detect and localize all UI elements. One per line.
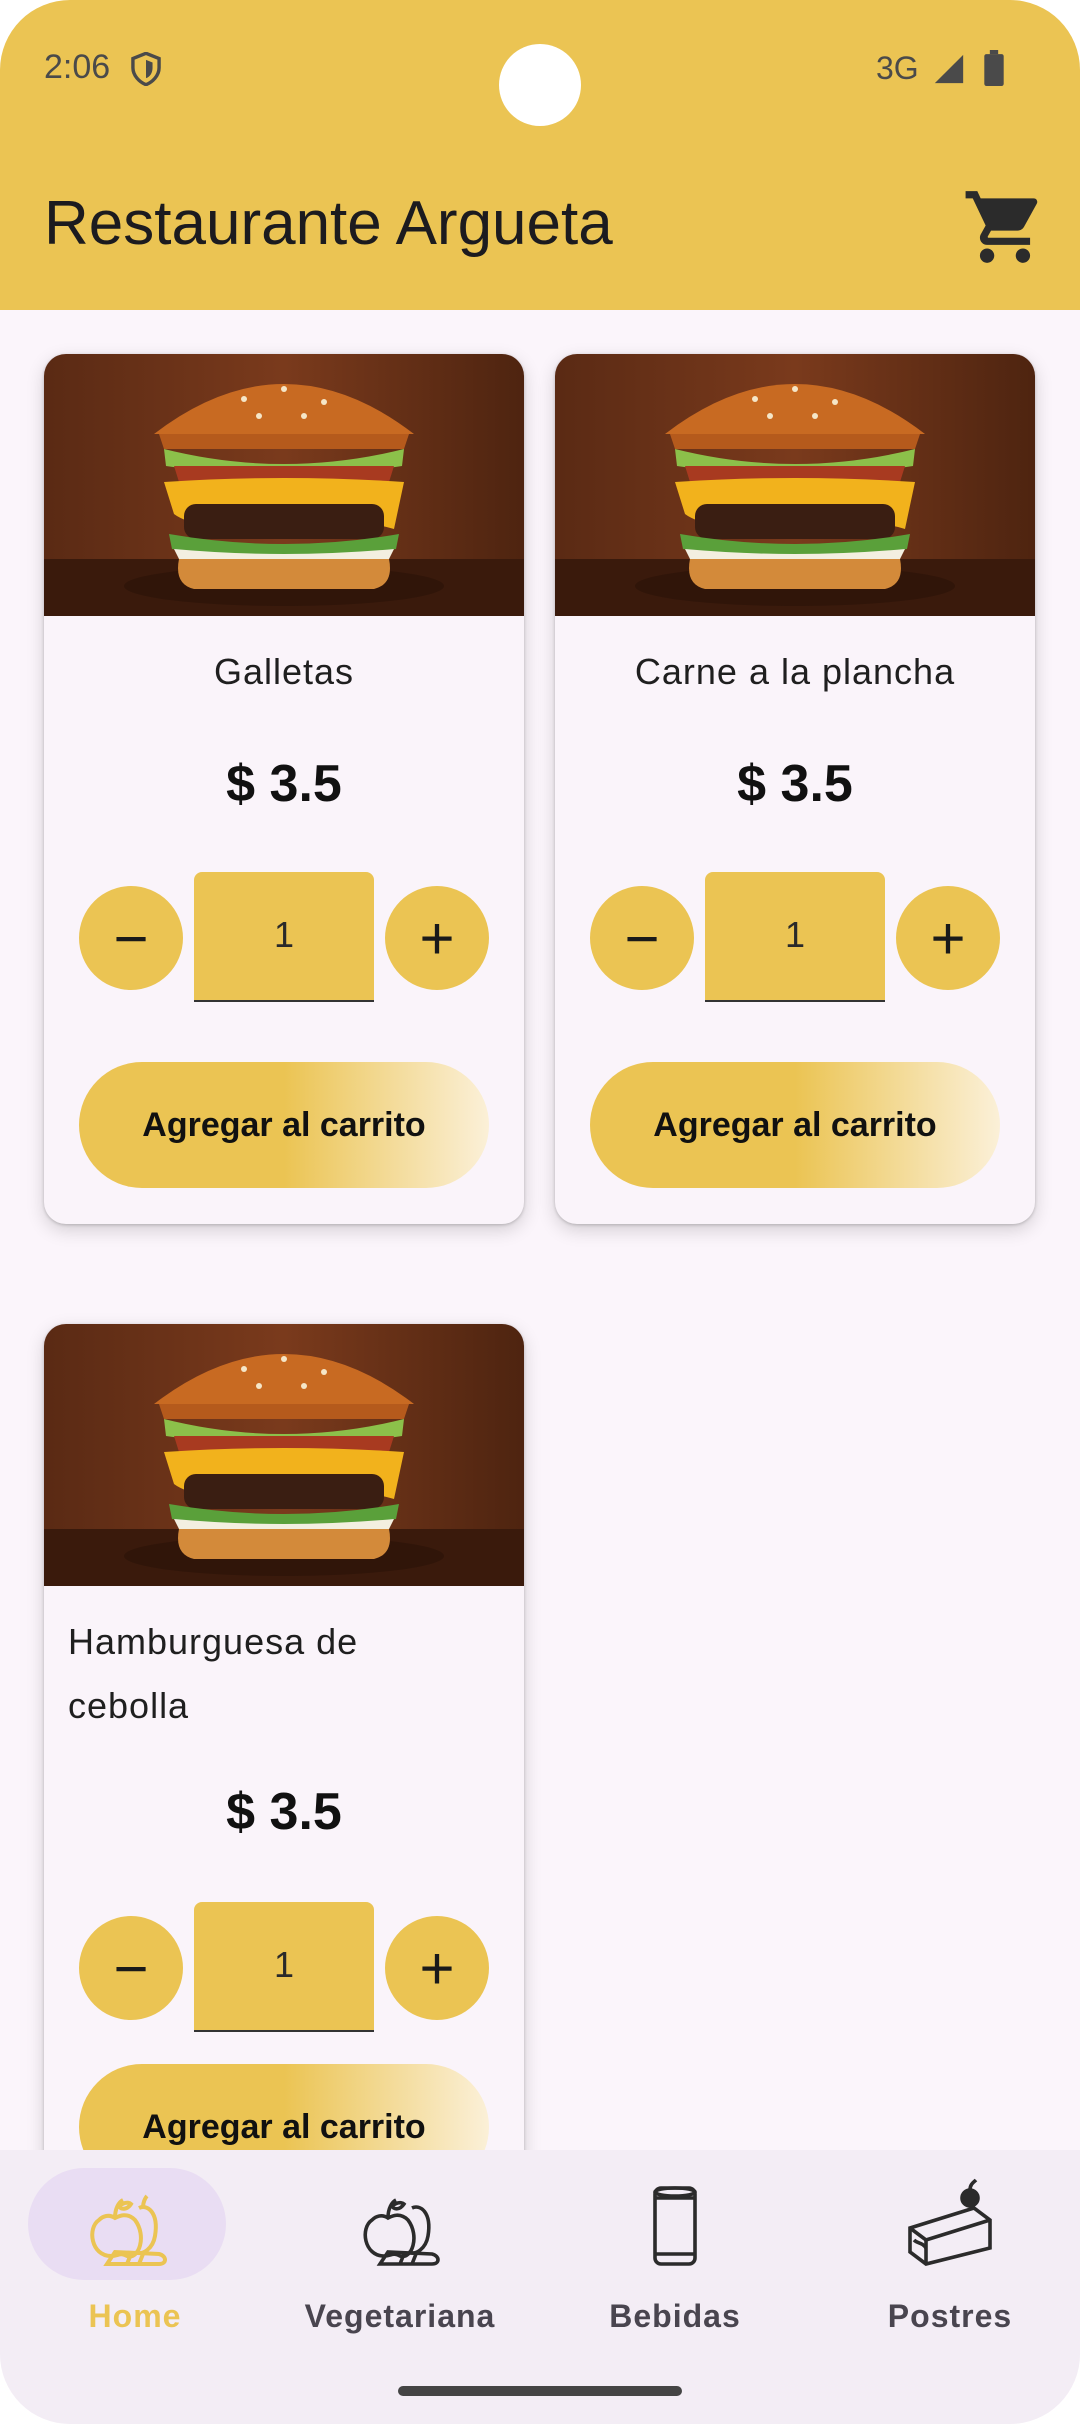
shield-icon [131,52,161,86]
burger-image [555,354,1035,616]
product-grid: Galletas $ 3.5 − 1 + Agregar al carrito [0,310,1080,2150]
quantity-stepper: − 1 + [44,872,524,1002]
decrement-button[interactable]: − [79,886,183,990]
shopping-cart-icon[interactable] [962,184,1048,270]
top-app-bar: 2:06 3G Restaurante Argueta [0,0,1080,310]
quantity-field[interactable]: 1 [705,872,885,1002]
quantity-field[interactable]: 1 [194,872,374,1002]
product-price: $ 3.5 [226,1783,342,1841]
nav-label-postres: Postres [887,2298,1013,2334]
burger-image [44,1324,524,1586]
can-icon [653,2186,697,2266]
product-name: Carne a la plancha [634,651,956,692]
product-card: Carne a la plancha $ 3.5 − 1 + Agregar a… [555,354,1035,1224]
quantity-stepper: − 1 + [44,1902,524,2032]
add-to-cart-button[interactable]: Agregar al carrito [590,1062,1000,1188]
nav-item-home[interactable]: Home [0,2150,270,2380]
product-card: Hamburguesa de cebolla $ 3.5 − 1 + Agreg… [44,1324,524,2150]
nav-label-vegetariana: Vegetariana [304,2298,496,2334]
nav-label-home: Home [88,2298,182,2334]
add-to-cart-button[interactable]: Agregar al carrito [79,1062,489,1188]
quantity-field[interactable]: 1 [194,1902,374,2032]
status-time: 2:06 [44,48,111,86]
bottom-navigation: Home Vegetariana Bebidas Postres [0,2150,1080,2424]
increment-button[interactable]: + [385,886,489,990]
battery-icon [984,50,1004,86]
vegetables-icon [363,2198,440,2266]
product-name: Hamburguesa de cebolla [68,1621,359,1726]
nav-item-vegetariana[interactable]: Vegetariana [265,2150,535,2380]
increment-button[interactable]: + [385,1916,489,2020]
app-title: Restaurante Argueta [44,189,613,258]
signal-icon [934,54,964,84]
add-to-cart-button[interactable]: Agregar al carrito [79,2064,489,2150]
camera-cutout [499,44,581,126]
quantity-stepper: − 1 + [555,872,1035,1002]
burger-image [44,354,524,616]
product-price: $ 3.5 [737,755,853,813]
app-screen: 2:06 3G Restaurante Argueta Galletas $ 3… [0,0,1080,2424]
product-name: Galletas [213,651,355,692]
nav-item-postres[interactable]: Postres [815,2150,1080,2380]
product-price: $ 3.5 [226,755,342,813]
product-card: Galletas $ 3.5 − 1 + Agregar al carrito [44,354,524,1224]
fruits-icon [90,2194,167,2266]
cake-icon [908,2178,992,2266]
network-type: 3G [876,50,919,86]
decrement-button[interactable]: − [79,1916,183,2020]
gesture-handle[interactable] [398,2386,682,2396]
nav-item-bebidas[interactable]: Bebidas [540,2150,810,2380]
nav-label-bebidas: Bebidas [609,2298,741,2334]
decrement-button[interactable]: − [590,886,694,990]
increment-button[interactable]: + [896,886,1000,990]
